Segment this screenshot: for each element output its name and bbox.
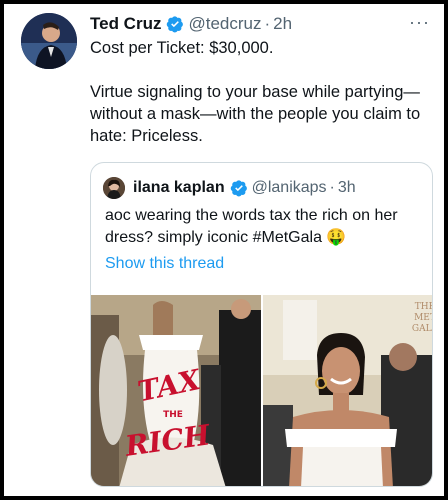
author-name[interactable]: Ted Cruz — [90, 14, 161, 34]
quoted-tweet[interactable]: ilana kaplan @lanikaps · 3h aoc wearing … — [90, 162, 433, 487]
quoted-verified-badge-icon — [230, 180, 247, 197]
verified-badge-icon — [167, 16, 184, 33]
media-photo-dress-back[interactable]: TAX THE RICH — [91, 295, 261, 487]
quoted-timestamp: 3h — [337, 179, 356, 196]
dress-text-the: THE — [163, 410, 183, 420]
author-handle[interactable]: @tedcruz — [188, 14, 261, 34]
quoted-tweet-text: aoc wearing the words tax the rich on he… — [105, 207, 398, 246]
author-avatar[interactable] — [21, 13, 77, 69]
separator-dot: · — [264, 14, 271, 33]
tweet-card[interactable]: Ted Cruz @tedcruz · 2h ··· Cost per Tick… — [4, 4, 444, 496]
tweet-text: Cost per Ticket: $30,000. Virtue signali… — [90, 37, 435, 147]
backdrop-text-the: THE — [415, 302, 433, 312]
quoted-tweet-header: ilana kaplan @lanikaps · 3h — [103, 177, 356, 199]
quoted-author-handle: @lanikaps — [251, 179, 327, 196]
quoted-media-grid: TAX THE RICH THE MET GALA — [91, 295, 433, 487]
tweet-header: Ted Cruz @tedcruz · 2h — [90, 13, 434, 35]
backdrop-text-met: MET — [414, 313, 433, 323]
show-thread-link[interactable]: Show this thread — [105, 255, 224, 273]
quoted-separator-dot: · — [329, 179, 335, 196]
quoted-author-name: ilana kaplan — [133, 179, 225, 196]
more-options-icon[interactable]: ··· — [409, 12, 430, 33]
tweet-timestamp[interactable]: 2h — [273, 14, 292, 34]
tweet-text-line1: Cost per Ticket: $30,000. — [90, 39, 274, 57]
backdrop-text-gala: GALA — [412, 324, 433, 334]
quoted-author-avatar — [103, 177, 125, 199]
media-photo-portrait[interactable]: THE MET GALA — [263, 295, 433, 487]
tweet-text-line2: Virtue signaling to your base while part… — [90, 83, 421, 145]
